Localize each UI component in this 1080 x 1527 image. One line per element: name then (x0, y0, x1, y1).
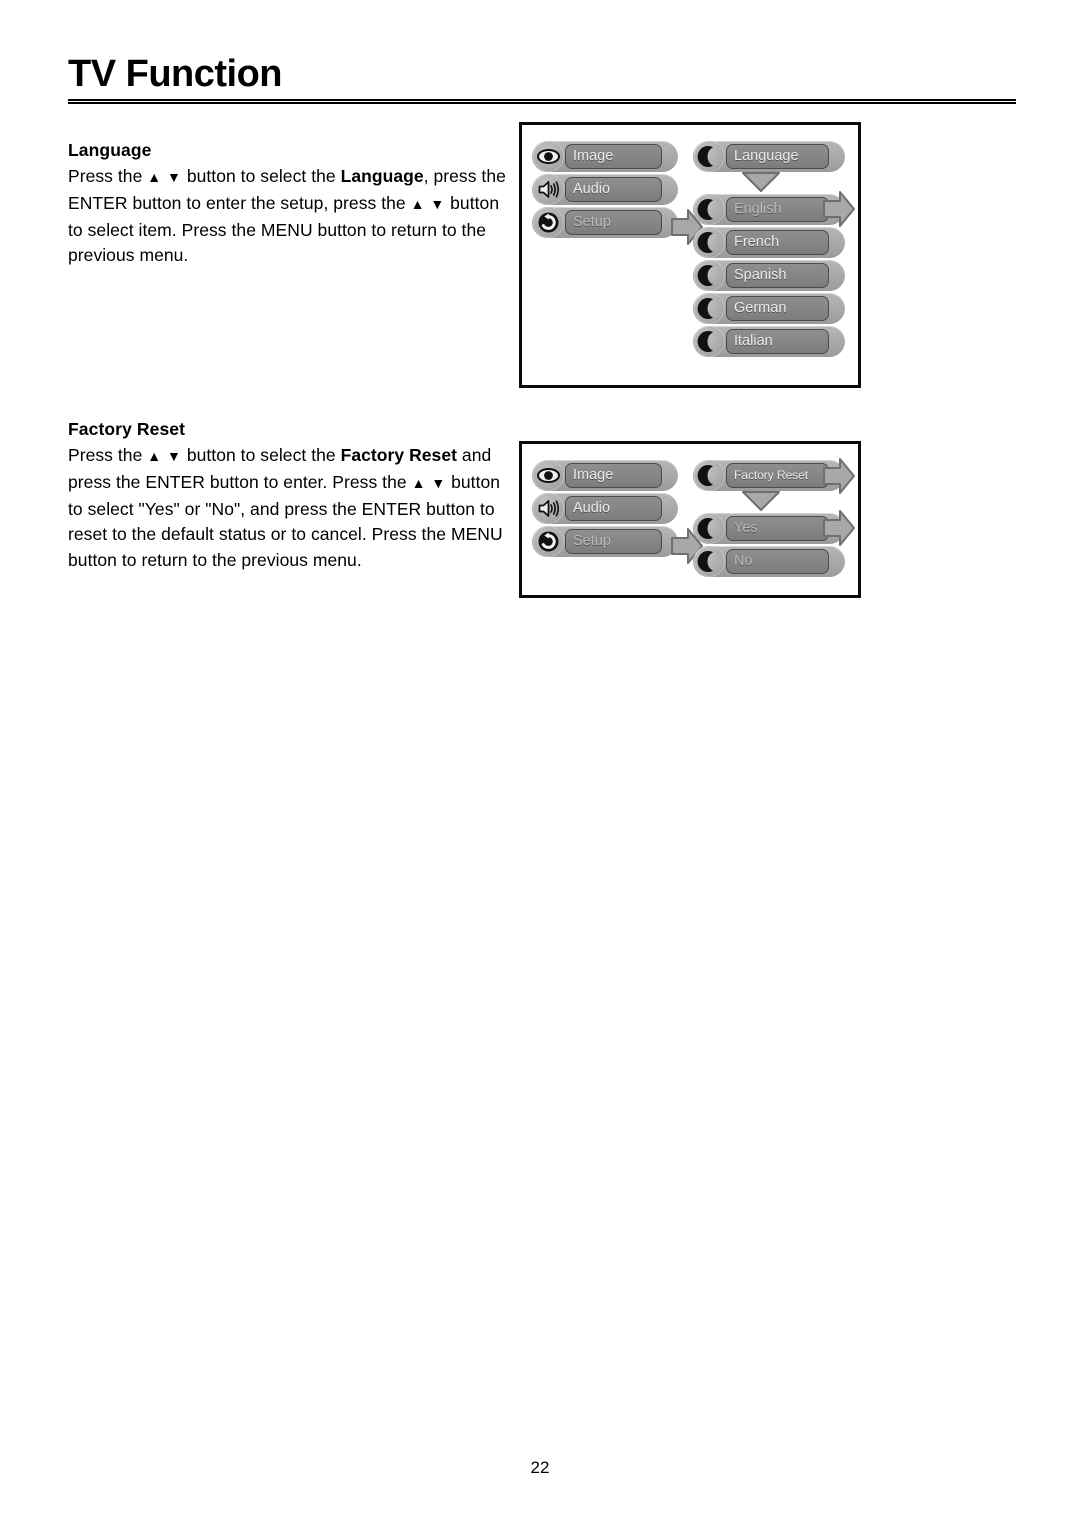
osd-menu-label: Image (565, 144, 662, 169)
section-body-factory-reset: Press the ▲ ▼ button to select the Facto… (68, 445, 503, 571)
arrow-right-icon (822, 456, 856, 496)
arrow-right-icon (822, 189, 856, 229)
moon-icon (694, 227, 725, 258)
arrow-down-icon (741, 490, 781, 511)
osd-option-italian[interactable]: Italian (693, 326, 845, 357)
section-body-language: Press the ▲ ▼ button to select the Langu… (68, 166, 506, 266)
osd-option-label: French (726, 230, 829, 255)
moon-icon (694, 326, 725, 357)
page-number: 22 (530, 1458, 550, 1477)
osd-option-label: English (726, 197, 829, 222)
page-title: TV Function (68, 53, 283, 95)
section-heading-factory-reset: Factory Reset (68, 419, 186, 439)
reset-circle-icon (533, 526, 564, 557)
arrow-down-icon (741, 171, 781, 192)
osd-language-submenu-column: Language English French Spanish German I… (693, 141, 845, 359)
osd-language-main-menu-column: Image Audio Setup (532, 141, 678, 240)
osd-option-no[interactable]: No (693, 546, 845, 577)
osd-menu-label: Setup (565, 529, 662, 554)
section-heading-language: Language (68, 140, 152, 160)
osd-submenu-title-language[interactable]: Language (693, 141, 845, 172)
osd-option-french[interactable]: French (693, 227, 845, 258)
osd-option-label: Spanish (726, 263, 829, 288)
osd-reset-main-menu-column: Image Audio Setup (532, 460, 678, 559)
moon-icon (694, 293, 725, 324)
osd-option-spanish[interactable]: Spanish (693, 260, 845, 291)
moon-icon (694, 460, 725, 491)
moon-icon (694, 194, 725, 225)
eye-icon (533, 141, 564, 172)
osd-menu-label: Audio (565, 177, 662, 202)
osd-option-label: Yes (726, 516, 829, 541)
arrow-right-icon (822, 508, 856, 548)
moon-icon (694, 141, 725, 172)
moon-icon (694, 546, 725, 577)
title-divider (68, 99, 1016, 104)
speaker-icon (533, 493, 564, 524)
osd-submenu-label: Factory Reset (726, 463, 829, 488)
moon-icon (694, 260, 725, 291)
osd-menu-item-setup[interactable]: Setup (532, 526, 678, 557)
osd-submenu-label: Language (726, 144, 829, 169)
moon-icon (694, 513, 725, 544)
eye-icon (533, 460, 564, 491)
osd-menu-label: Audio (565, 496, 662, 521)
osd-menu-item-audio[interactable]: Audio (532, 174, 678, 205)
osd-option-label: German (726, 296, 829, 321)
osd-option-german[interactable]: German (693, 293, 845, 324)
osd-diagram-factory-reset: Image Audio Setup Factory Reset Yes No (519, 441, 861, 598)
osd-option-label: Italian (726, 329, 829, 354)
osd-menu-item-setup[interactable]: Setup (532, 207, 678, 238)
reset-circle-icon (533, 207, 564, 238)
speaker-icon (533, 174, 564, 205)
osd-menu-item-audio[interactable]: Audio (532, 493, 678, 524)
osd-menu-item-image[interactable]: Image (532, 141, 678, 172)
osd-menu-label: Setup (565, 210, 662, 235)
osd-menu-item-image[interactable]: Image (532, 460, 678, 491)
osd-diagram-language: Image Audio Setup Language English Frenc… (519, 122, 861, 388)
osd-menu-label: Image (565, 463, 662, 488)
osd-option-label: No (726, 549, 829, 574)
